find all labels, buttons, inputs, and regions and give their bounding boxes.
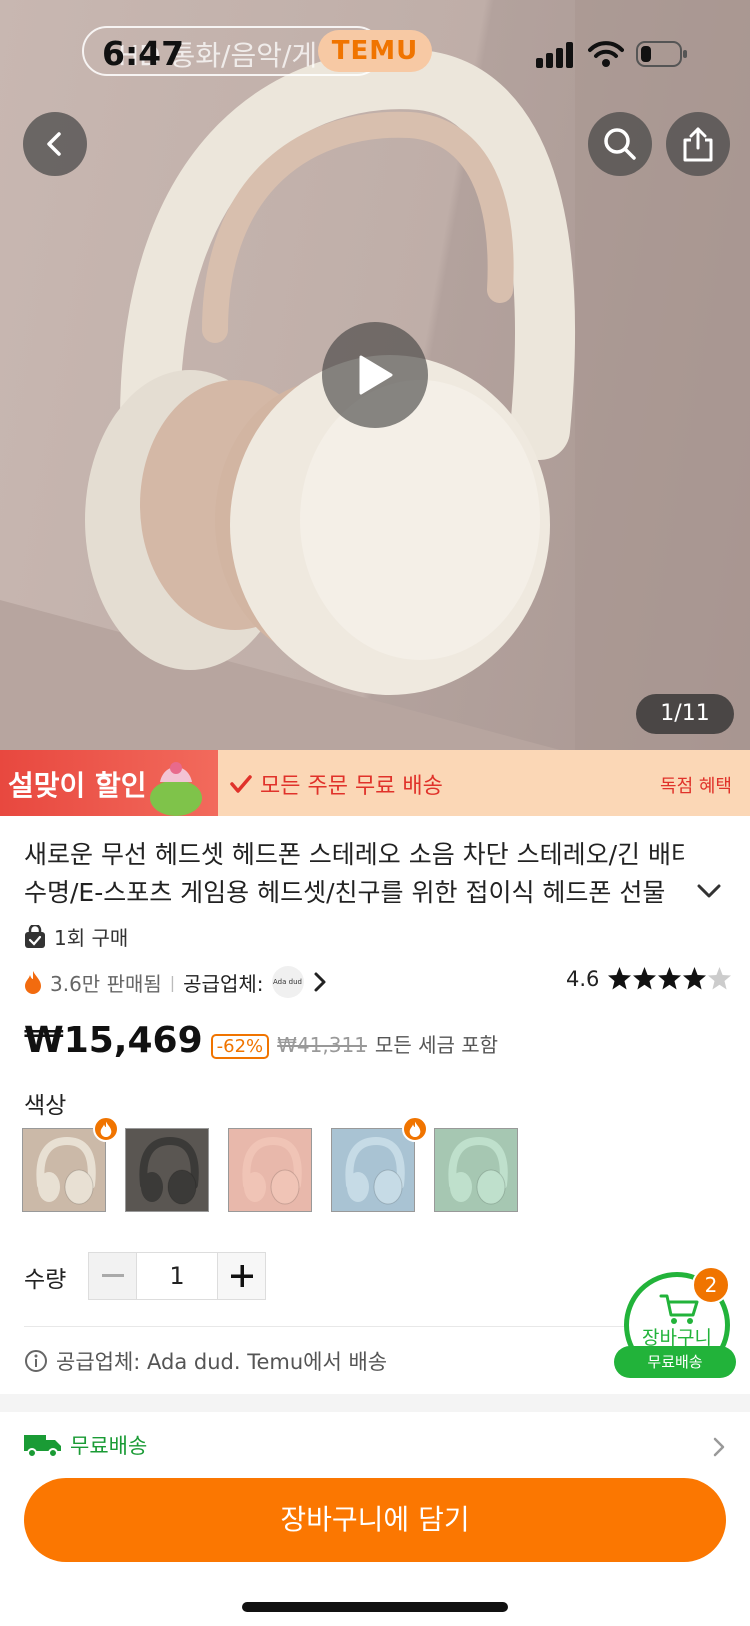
decrease-button[interactable] [89, 1253, 137, 1299]
cart-free-shipping-tag: 무료배송 [614, 1346, 736, 1378]
minus-icon [101, 1274, 124, 1277]
cart-count-badge: 2 [692, 1266, 730, 1304]
headphones-thumbnail [448, 1136, 508, 1205]
check-icon [230, 775, 252, 793]
new-year-sale-tag: 설맞이 할인 [0, 750, 218, 816]
expand-title-button[interactable] [696, 882, 722, 900]
hot-badge [402, 1116, 428, 1142]
clock: 6:47 [102, 34, 185, 73]
supplier-info: 공급업체: Ada dud. Temu에서 배송 [24, 1346, 387, 1376]
star-icons [608, 967, 732, 990]
plus-icon [230, 1265, 253, 1287]
increase-button[interactable] [217, 1253, 265, 1299]
color-option-black[interactable] [125, 1128, 209, 1212]
share-button[interactable] [666, 112, 730, 176]
fire-icon [409, 1121, 421, 1137]
chevron-left-icon [47, 132, 61, 156]
promo-banner[interactable]: 설맞이 할인 모든 주문 무료 배송 독점 혜택 [0, 750, 750, 816]
home-indicator[interactable] [242, 1602, 508, 1612]
truck-icon [24, 1435, 61, 1458]
supplier-label: 공급업체: [183, 971, 264, 996]
color-option-cream[interactable] [22, 1128, 106, 1212]
image-page-indicator: 1/11 [636, 694, 734, 734]
play-video-button[interactable] [322, 322, 428, 428]
purchase-count-label: 1회 구매 [54, 926, 129, 950]
status-bar: HD 통화/음악/게 6:47 TEMU [0, 0, 750, 100]
product-title-line1: 새로운 무선 헤드셋 헤드폰 스테레오 소음 차단 스테레오/긴 배터리 [24, 840, 684, 869]
free-shipping-promo-label: 모든 주문 무료 배송 [260, 774, 443, 799]
free-shipping-promo: 모든 주문 무료 배송 [230, 768, 443, 800]
chevron-right-icon[interactable] [312, 971, 328, 993]
quantity-stepper: 1 [88, 1252, 266, 1300]
headphones-thumbnail [345, 1136, 405, 1205]
price-row: ₩15,469 -62% ₩41,311 모든 세금 포함 [24, 1020, 498, 1061]
exclusive-benefit-link[interactable]: 독점 혜택 [660, 772, 732, 798]
headphones-thumbnail [242, 1136, 302, 1205]
original-price: ₩41,311 [277, 1033, 367, 1057]
play-icon [359, 355, 393, 395]
color-option-pink[interactable] [228, 1128, 312, 1212]
battery-icon [636, 41, 687, 67]
search-icon [604, 128, 636, 160]
rating-stars [607, 966, 733, 992]
chevron-right-icon[interactable] [712, 1436, 726, 1458]
hot-badge [93, 1116, 119, 1142]
headphones-thumbnail [36, 1136, 96, 1205]
color-option-blue[interactable] [331, 1128, 415, 1212]
quantity-label: 수량 [24, 1267, 67, 1293]
color-option-green[interactable] [434, 1128, 518, 1212]
search-button[interactable] [588, 112, 652, 176]
free-shipping-row[interactable]: 무료배송 [24, 1430, 147, 1460]
rating[interactable]: 4.6 [566, 966, 733, 992]
current-price: ₩15,469 [24, 1020, 203, 1061]
separator: | [169, 972, 176, 992]
product-title-line2: 수명/E-스포츠 게임용 헤드셋/친구를 위한 접이식 헤드폰 선물 [24, 878, 666, 907]
info-icon [25, 1350, 47, 1372]
free-shipping-label: 무료배송 [70, 1434, 148, 1458]
cart-icon [659, 1294, 699, 1324]
add-to-cart-button[interactable]: 장바구니에 담기 [24, 1478, 726, 1562]
product-image-carousel[interactable]: HD 통화/음악/게 6:47 TEMU 1/11 [0, 0, 750, 750]
shopping-bag-icon [25, 924, 45, 948]
supplier-info-text: 공급업체: Ada dud. Temu에서 배송 [56, 1350, 388, 1374]
sales-supplier-row: 3.6만 판매됨 | 공급업체: Ada dud [24, 966, 328, 998]
section-gap [0, 1394, 750, 1412]
temu-badge[interactable]: TEMU [318, 30, 432, 72]
gift-pouch-icon [150, 762, 202, 816]
discount-badge: -62% [210, 1034, 270, 1059]
sold-count: 3.6만 판매됨 [50, 971, 162, 996]
share-icon [683, 127, 713, 162]
back-button[interactable] [23, 112, 87, 176]
divider [24, 1326, 726, 1327]
rating-value: 4.6 [566, 967, 600, 991]
fire-icon [25, 971, 41, 994]
new-year-sale-label: 설맞이 할인 [8, 769, 147, 802]
wifi-icon [588, 41, 624, 67]
quantity-value[interactable]: 1 [137, 1253, 217, 1299]
color-label: 색상 [24, 1093, 67, 1119]
supplier-logo[interactable]: Ada dud [271, 966, 304, 998]
signal-icon [536, 42, 573, 68]
purchase-count: 1회 구매 [24, 922, 128, 951]
tax-note: 모든 세금 포함 [374, 1033, 499, 1057]
fire-icon [100, 1121, 112, 1137]
product-title[interactable]: 새로운 무선 헤드셋 헤드폰 스테레오 소음 차단 스테레오/긴 배터리 수명/… [24, 836, 684, 912]
headphones-thumbnail [139, 1136, 199, 1205]
